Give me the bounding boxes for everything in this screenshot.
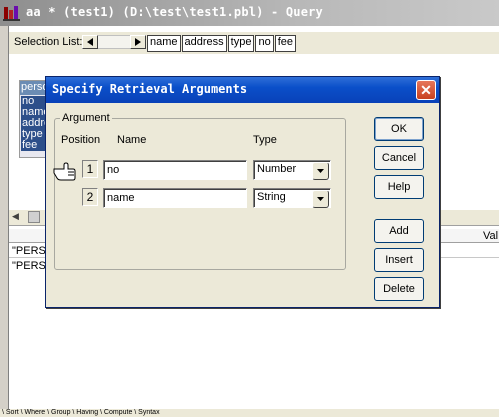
ok-button[interactable]: OK [374,117,424,141]
value-column-header: Val [483,230,499,242]
selection-token[interactable]: no [255,35,274,52]
selection-token[interactable]: type [227,35,255,52]
dialog-title: Specify Retrieval Arguments [52,82,248,96]
argument-name-field[interactable]: no [103,160,247,180]
painter-tabs[interactable]: \ Sort \ Where \ Group \ Having \ Comput… [0,409,499,417]
close-icon[interactable]: ✕ [416,80,436,100]
argument-type-select[interactable]: Number [253,160,331,180]
chevron-down-icon[interactable] [312,162,329,180]
insert-button[interactable]: Insert [374,248,424,272]
scroll-left-icon[interactable]: ◀ [12,211,19,222]
delete-button[interactable]: Delete [374,277,424,301]
scroll-thumb[interactable] [28,211,40,223]
selection-scroll-track[interactable] [98,35,130,49]
selection-token[interactable]: name [147,35,181,52]
cancel-button[interactable]: Cancel [374,146,424,170]
argument-group-label: Argument [60,112,112,124]
help-button[interactable]: Help [374,175,424,199]
selection-token[interactable]: fee [274,35,297,52]
position-header: Position [61,134,101,146]
argument-position: 1 [82,160,98,178]
hand-pointer-icon [52,160,76,182]
window-left-border [0,26,9,417]
chevron-down-icon[interactable] [312,190,329,208]
argument-type-value: String [257,191,286,203]
argument-type-select[interactable]: String [253,188,331,208]
scroll-right-button[interactable] [130,35,146,49]
type-header: Type [253,134,277,146]
scroll-left-button[interactable] [82,35,98,49]
name-header: Name [117,134,147,146]
selection-token[interactable]: address [181,35,227,52]
selection-tokens: name address type no fee [147,35,297,52]
add-button[interactable]: Add [374,219,424,243]
argument-type-value: Number [257,163,297,175]
window-title: aa * (test1) (D:\test\test1.pbl) - Query [26,5,323,19]
selection-list-label: Selection List: [14,36,83,48]
sql-app-icon [3,5,21,21]
result-row[interactable]: "PERS [12,245,46,257]
result-row[interactable]: "PERS [12,260,46,272]
argument-name-field[interactable]: name [103,188,247,208]
argument-position: 2 [82,188,98,206]
